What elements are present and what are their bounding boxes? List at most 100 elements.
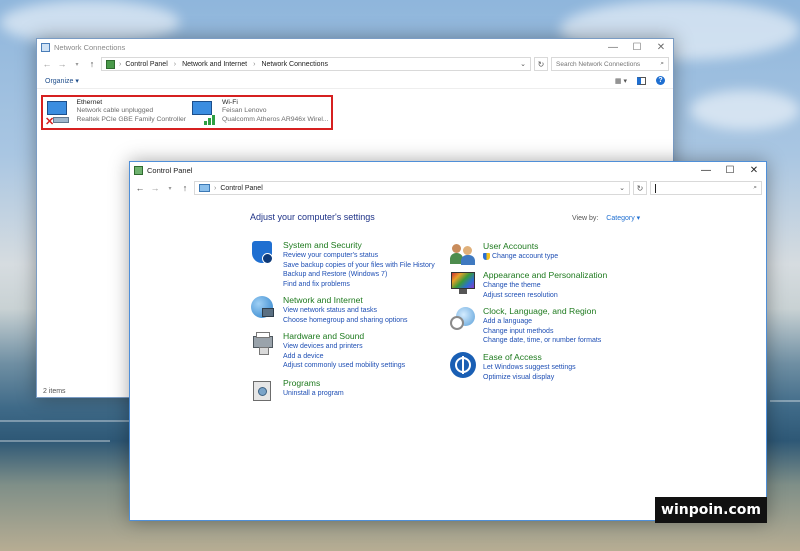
refresh-icon[interactable]: ↻ [534,57,548,71]
link-add-device[interactable]: Add a device [283,352,405,362]
address-dropdown-icon[interactable]: ⌄ [619,184,625,192]
title-bar: Network Connections — ☐ ✕ [37,39,673,55]
category-title[interactable]: Network and Internet [283,295,408,306]
organize-button[interactable]: Organize ▾ [45,77,79,85]
category-appearance-and-personalization: Appearance and Personalization Change th… [450,270,607,300]
search-box[interactable]: ⌕ [650,181,762,195]
link-find-fix-problems[interactable]: Find and fix problems [283,280,435,290]
window-title: Control Panel [147,166,193,175]
link-optimize-visual[interactable]: Optimize visual display [483,373,576,383]
view-by-label: View by: [572,215,599,222]
users-icon [450,241,476,267]
forward-arrow-icon[interactable]: → [56,59,68,69]
category-programs: Programs Uninstall a program [250,378,344,404]
ethernet-adapter-icon: ✕ [45,99,72,128]
address-dropdown-icon[interactable]: ⌄ [520,60,526,68]
maximize-icon[interactable]: ☐ [718,162,742,179]
category-ease-of-access: Ease of Access Let Windows suggest setti… [450,352,576,382]
link-change-account-type[interactable]: Change account type [483,252,558,262]
breadcrumb: Control Panel › Network and Internet › N… [125,60,328,68]
preview-pane-icon[interactable] [637,76,646,85]
shield-icon [250,240,276,266]
clock-globe-icon [450,306,476,332]
adapter-device: Qualcomm Atheros AR946x Wirel... [222,115,329,123]
link-file-history[interactable]: Save backup copies of your files with Fi… [283,261,435,271]
breadcrumb-network-connections[interactable]: Network Connections [261,61,328,68]
adapter-selection: ✕ Ethernet Network cable unplugged Realt… [41,95,333,130]
link-devices-printers[interactable]: View devices and printers [283,342,405,352]
maximize-icon[interactable]: ☐ [625,39,649,55]
category-title[interactable]: Appearance and Personalization [483,270,607,281]
address-bar[interactable]: › Control Panel › Network and Internet ›… [101,57,531,71]
close-icon[interactable]: ✕ [742,162,766,179]
category-title[interactable]: Programs [283,378,344,389]
category-clock-language-region: Clock, Language, and Region Add a langua… [450,306,601,346]
link-screen-resolution[interactable]: Adjust screen resolution [483,291,607,301]
back-arrow-icon[interactable]: ← [41,59,53,69]
monitor-palette-icon [450,270,476,296]
link-uninstall-program[interactable]: Uninstall a program [283,389,344,399]
link-review-status[interactable]: Review your computer's status [283,251,435,261]
search-input[interactable] [556,60,661,68]
view-by: View by: Category ▾ [572,214,640,222]
breadcrumb-control-panel[interactable]: Control Panel [220,185,262,192]
watermark-badge: winpoin.com [655,497,767,523]
search-icon[interactable]: ⌕ [753,184,757,192]
adapter-status: Network cable unplugged [76,107,154,115]
category-system-and-security: System and Security Review your computer… [250,240,435,289]
breadcrumb-network-and-internet[interactable]: Network and Internet [182,61,247,68]
printer-icon [250,331,276,357]
category-hardware-and-sound: Hardware and Sound View devices and prin… [250,331,405,371]
up-arrow-icon[interactable]: ↑ [86,59,98,69]
title-bar: Control Panel — ☐ ✕ [130,162,766,179]
adapter-wifi[interactable]: Wi-Fi Feisan Lenovo Qualcomm Atheros AR9… [188,97,331,128]
up-arrow-icon[interactable]: ↑ [179,183,191,193]
adapter-name: Ethernet [76,99,103,106]
address-bar[interactable]: › Control Panel ⌄ [194,181,630,195]
adapter-ethernet[interactable]: ✕ Ethernet Network cable unplugged Realt… [43,97,188,128]
category-title[interactable]: Hardware and Sound [283,331,405,342]
navigation-bar: ← → ▾ ↑ › Control Panel › Network and In… [37,55,673,73]
back-arrow-icon[interactable]: ← [134,183,146,193]
close-icon[interactable]: ✕ [649,39,673,55]
breadcrumb-control-panel[interactable]: Control Panel [125,61,167,68]
link-change-theme[interactable]: Change the theme [483,281,607,291]
programs-icon [250,378,276,404]
link-date-time-formats[interactable]: Change date, time, or number formats [483,336,601,346]
control-panel-icon [106,59,115,69]
minimize-icon[interactable]: — [694,162,718,179]
window-title: Network Connections [54,42,126,52]
category-title[interactable]: Ease of Access [483,352,576,363]
adapter-status: Feisan Lenovo [222,107,267,115]
link-homegroup[interactable]: Choose homegroup and sharing options [283,316,408,326]
adapter-name: Wi-Fi [222,99,238,106]
category-title[interactable]: System and Security [283,240,435,251]
category-title[interactable]: User Accounts [483,241,558,252]
link-backup-restore[interactable]: Backup and Restore (Windows 7) [283,270,435,280]
recent-chevron-down-icon[interactable]: ▾ [164,185,176,192]
link-network-status[interactable]: View network status and tasks [283,306,408,316]
forward-arrow-icon[interactable]: → [149,183,161,193]
view-by-dropdown[interactable]: Category ▾ [606,215,640,222]
minimize-icon[interactable]: — [601,39,625,55]
help-icon[interactable]: ? [656,76,665,85]
link-suggest-settings[interactable]: Let Windows suggest settings [483,363,576,373]
network-folder-icon [41,42,50,52]
page-title: Adjust your computer's settings [250,212,375,222]
wifi-adapter-icon [190,99,218,127]
category-title[interactable]: Clock, Language, and Region [483,306,601,317]
link-mobility-settings[interactable]: Adjust commonly used mobility settings [283,361,405,371]
status-bar-item-count: 2 items [43,388,66,395]
recent-chevron-down-icon[interactable]: ▾ [71,61,83,68]
search-icon[interactable]: ⌕ [660,60,664,68]
link-input-methods[interactable]: Change input methods [483,327,601,337]
change-view-icon[interactable]: ▦ ▾ [615,77,627,85]
category-user-accounts: User Accounts Change account type [450,241,558,267]
adapter-device: Realtek PCIe GBE Family Controller [76,115,186,123]
search-box[interactable]: ⌕ [551,57,669,71]
refresh-icon[interactable]: ↻ [633,181,647,195]
uac-shield-icon [483,252,490,260]
globe-network-icon [250,295,276,321]
link-add-language[interactable]: Add a language [483,317,601,327]
command-bar: Organize ▾ ▦ ▾ ? [37,73,673,89]
